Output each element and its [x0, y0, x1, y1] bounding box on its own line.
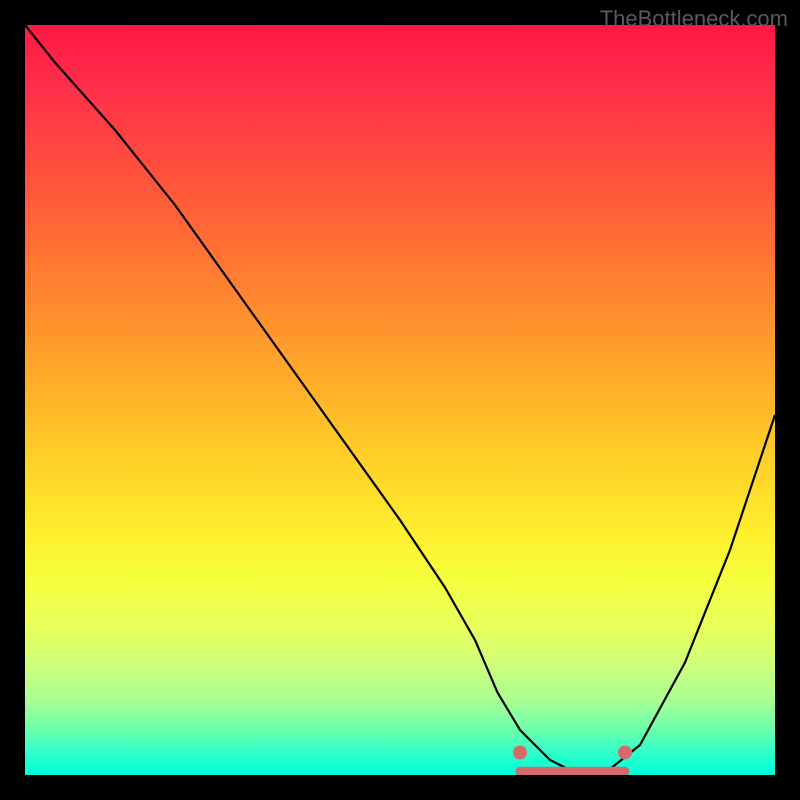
marker-right: [618, 746, 632, 760]
plot-area: [25, 25, 775, 775]
watermark-text: TheBottleneck.com: [600, 6, 788, 32]
bottleneck-line: [25, 25, 775, 775]
marker-left: [513, 746, 527, 760]
chart-svg: [25, 25, 775, 775]
